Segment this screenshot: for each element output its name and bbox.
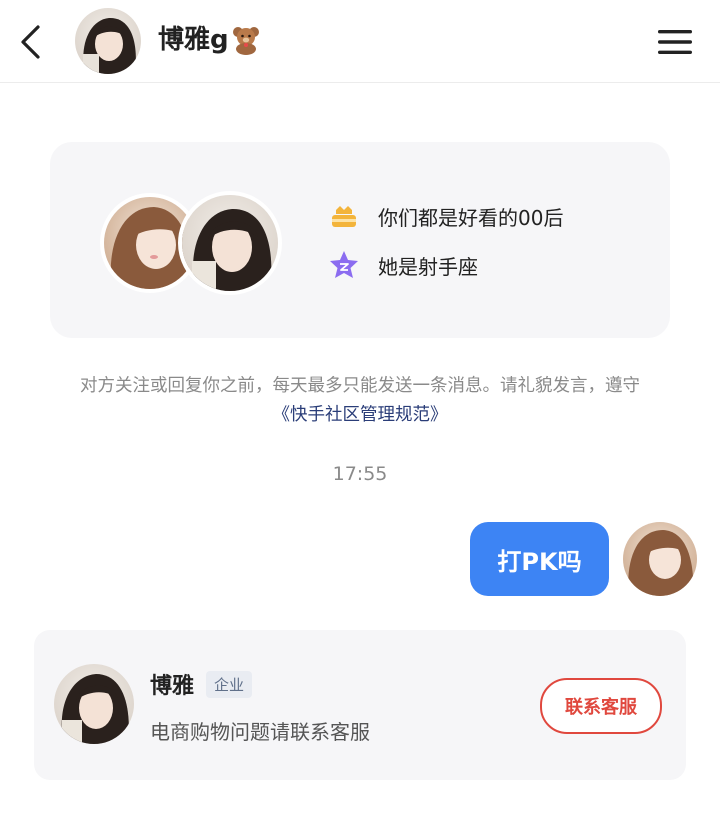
star-zodiac-icon bbox=[328, 249, 360, 281]
contact-name: 博雅g bbox=[158, 22, 261, 58]
avatar-portrait-icon bbox=[182, 195, 278, 291]
notice-text: 对方关注或回复你之前，每天最多只能发送一条消息。请礼貌发言，遵守 bbox=[80, 376, 640, 396]
messaging-notice: 对方关注或回复你之前，每天最多只能发送一条消息。请礼貌发言，遵守《快手社区管理规… bbox=[70, 372, 650, 430]
cake-icon bbox=[328, 200, 360, 232]
contact-avatar[interactable] bbox=[75, 8, 141, 74]
profile-match-card: 你们都是好看的00后 她是射手座 bbox=[50, 142, 670, 338]
avatar-portrait-icon bbox=[54, 664, 134, 744]
hamburger-menu-icon bbox=[658, 30, 692, 54]
tag-age-text: 你们都是好看的00后 bbox=[378, 205, 564, 230]
customer-service-card: 博雅 企业 电商购物问题请联系客服 联系客服 bbox=[34, 630, 686, 780]
contact-avatar-large[interactable] bbox=[178, 191, 282, 295]
tag-zodiac: 她是射手座 bbox=[328, 249, 478, 281]
teddy-bear-icon bbox=[231, 25, 261, 55]
message-timestamp: 17:55 bbox=[332, 463, 388, 485]
back-arrow-icon bbox=[21, 25, 40, 59]
service-name: 博雅 企业 bbox=[150, 668, 253, 700]
contact-name-text: 博雅g bbox=[158, 25, 229, 55]
service-description: 电商购物问题请联系客服 bbox=[150, 720, 370, 744]
community-rules-link[interactable]: 《快手社区管理规范》 bbox=[273, 405, 448, 425]
more-menu-button[interactable] bbox=[655, 24, 695, 60]
service-name-text: 博雅 bbox=[150, 674, 195, 699]
my-message-avatar[interactable] bbox=[623, 522, 697, 596]
tag-zodiac-text: 她是射手座 bbox=[378, 254, 478, 279]
tag-age: 你们都是好看的00后 bbox=[328, 200, 563, 232]
back-button[interactable] bbox=[10, 22, 50, 62]
contact-service-button[interactable]: 联系客服 bbox=[540, 678, 662, 734]
avatar-portrait-icon bbox=[623, 522, 697, 596]
sent-message-bubble[interactable]: 打PK吗 bbox=[470, 522, 609, 596]
enterprise-badge: 企业 bbox=[206, 670, 253, 698]
service-avatar[interactable] bbox=[54, 664, 134, 744]
avatar-portrait-icon bbox=[75, 8, 141, 74]
chat-header: 博雅g bbox=[0, 0, 720, 83]
